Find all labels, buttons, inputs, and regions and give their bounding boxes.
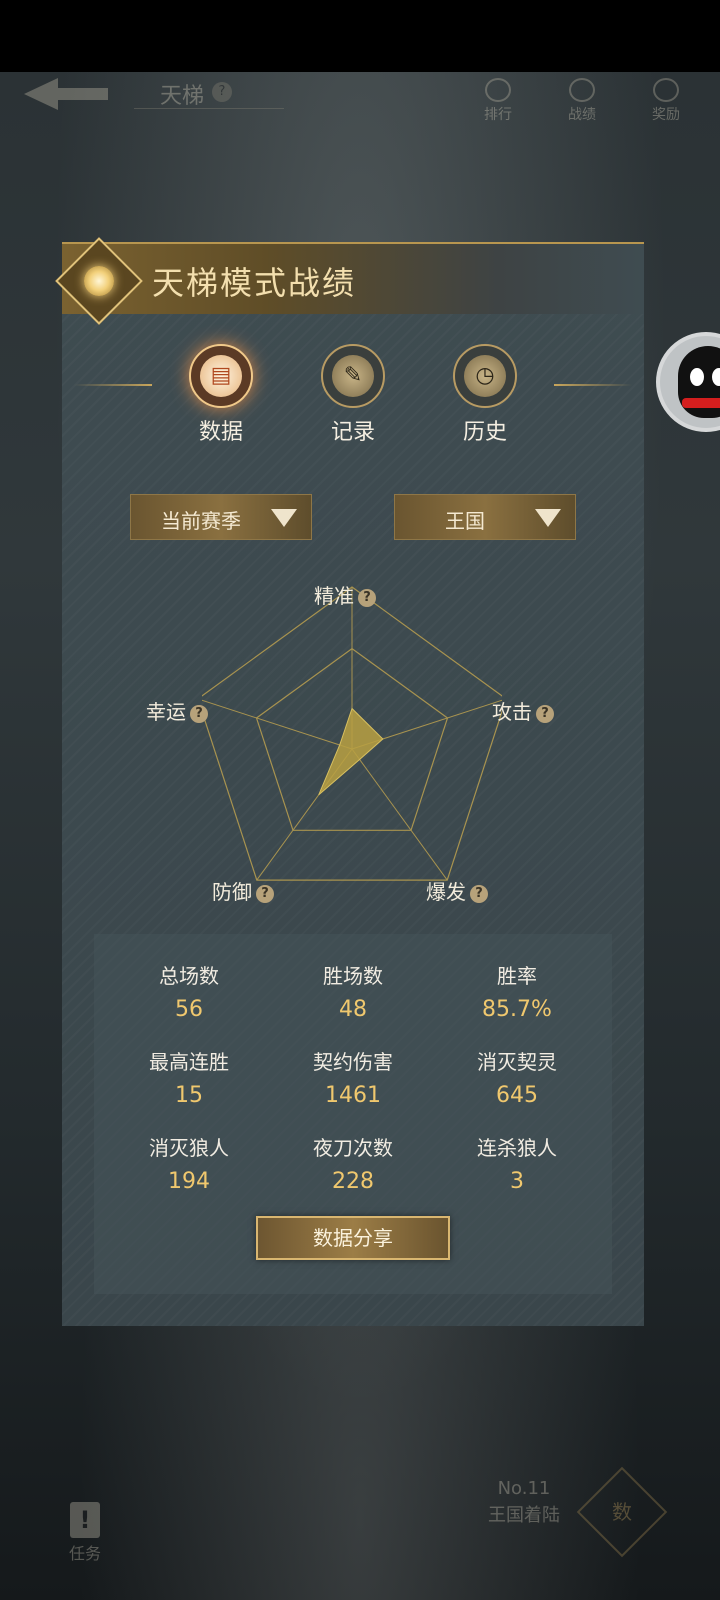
back-button[interactable] (18, 74, 118, 114)
quill-icon: ✎ (332, 355, 374, 397)
status-bar (0, 0, 720, 72)
rank-number: No.11 (497, 1478, 551, 1499)
stat-werewolves-killed: 消灭狼人 194 (104, 1132, 274, 1194)
top-nav: 天梯 ? 排行 战绩 奖励 (0, 72, 720, 138)
nav-item-reward[interactable]: 奖励 (638, 78, 694, 124)
radar-label-defense: 防御? (212, 876, 274, 905)
share-data-button[interactable]: 数据分享 (256, 1216, 450, 1260)
help-icon[interactable]: ? (470, 885, 488, 903)
stat-label: 最高连胜 (149, 1050, 229, 1074)
trophy-icon (485, 78, 511, 102)
dropdown-arrow-icon (271, 509, 297, 527)
mode-dropdown[interactable]: 王国 (394, 494, 576, 540)
panel-title: 天梯模式战绩 (152, 264, 357, 302)
tab-divider-right (554, 384, 632, 386)
stat-value: 228 (332, 1169, 374, 1194)
tab-label: 记录 (330, 420, 375, 445)
help-icon[interactable]: ? (536, 705, 554, 723)
radar-value-area (318, 707, 384, 796)
stat-label: 契约伤害 (313, 1050, 393, 1074)
stat-value: 85.7% (482, 997, 552, 1022)
help-icon[interactable]: ? (190, 705, 208, 723)
tab-divider-left (74, 384, 152, 386)
radar-spoke (202, 699, 353, 750)
sun-emblem-icon (55, 237, 143, 325)
nav-item-label: 战绩 (568, 107, 596, 123)
chart-icon: ▤ (200, 355, 242, 397)
rank-title: 王国着陆 (488, 1505, 560, 1526)
stat-max-streak: 最高连胜 15 (104, 1046, 274, 1108)
stat-wins: 胜场数 48 (268, 960, 438, 1022)
stat-label: 夜刀次数 (313, 1136, 393, 1160)
qq-scarf (682, 398, 720, 408)
dropdown-arrow-icon (535, 509, 561, 527)
nav-item-record[interactable]: 战绩 (554, 78, 610, 124)
stat-label: 连杀狼人 (477, 1136, 557, 1160)
stat-label: 总场数 (159, 964, 219, 988)
radar-label-luck: 幸运? (146, 696, 208, 725)
history-icon: ◷ (464, 355, 506, 397)
stat-value: 48 (339, 997, 367, 1022)
task-icon: ! (70, 1502, 100, 1538)
nav-divider (134, 108, 284, 109)
tab-history[interactable]: ◷ 历史 (445, 344, 525, 446)
ladder-stats-panel: 天梯模式战绩 ▤ 数据 ✎ 记录 ◷ 历史 当前赛季 王国 精准? 攻击? 爆发… (55, 237, 644, 1326)
stat-label: 消灭契灵 (477, 1050, 557, 1074)
nav-item-label: 奖励 (652, 107, 680, 123)
nav-item-label: 排行 (484, 107, 512, 123)
stat-total-games: 总场数 56 (104, 960, 274, 1022)
rank-emblem-text: 数 (612, 1500, 632, 1524)
stat-value: 1461 (325, 1083, 381, 1108)
season-dropdown[interactable]: 当前赛季 (130, 494, 312, 540)
tab-label: 历史 (462, 420, 507, 445)
stat-value: 645 (496, 1083, 538, 1108)
task-label: 任务 (68, 1544, 101, 1563)
radar-spoke (351, 748, 448, 881)
stat-value: 194 (168, 1169, 210, 1194)
nav-help-icon[interactable]: ? (212, 82, 232, 102)
task-button[interactable]: ! 任务 (60, 1502, 110, 1564)
panel-header: 天梯模式战绩 (55, 237, 644, 325)
stat-label: 消灭狼人 (149, 1136, 229, 1160)
qq-eye (712, 368, 720, 386)
stat-label: 胜率 (497, 964, 537, 988)
tab-record[interactable]: ✎ 记录 (313, 344, 393, 446)
stat-value: 15 (175, 1083, 203, 1108)
reward-icon (653, 78, 679, 102)
tab-label: 数据 (198, 420, 243, 445)
season-dropdown-value: 当前赛季 (161, 509, 241, 533)
radar-label-precision: 精准? (314, 580, 376, 609)
stat-werewolf-streak: 连杀狼人 3 (432, 1132, 602, 1194)
nav-item-ranking[interactable]: 排行 (470, 78, 526, 124)
stat-value: 56 (175, 997, 203, 1022)
stat-spirits-killed: 消灭契灵 645 (432, 1046, 602, 1108)
tab-data[interactable]: ▤ 数据 (181, 344, 261, 446)
radar-chart (202, 586, 502, 881)
stat-win-rate: 胜率 85.7% (432, 960, 602, 1022)
share-button-label: 数据分享 (313, 1226, 393, 1250)
stat-contract-damage: 契约伤害 1461 (268, 1046, 438, 1108)
qq-eye (690, 368, 704, 386)
nav-title: 天梯 (160, 84, 205, 109)
stat-label: 胜场数 (323, 964, 383, 988)
shield-icon (569, 78, 595, 102)
radar-label-attack: 攻击? (492, 696, 554, 725)
stat-night-knife-count: 夜刀次数 228 (268, 1132, 438, 1194)
stat-value: 3 (510, 1169, 524, 1194)
help-icon[interactable]: ? (358, 589, 376, 607)
radar-label-burst: 爆发? (426, 876, 488, 905)
help-icon[interactable]: ? (256, 885, 274, 903)
mode-dropdown-value: 王国 (445, 509, 485, 533)
rank-info: No.11 王国着陆 (488, 1478, 560, 1527)
back-arrow-icon (24, 78, 108, 110)
